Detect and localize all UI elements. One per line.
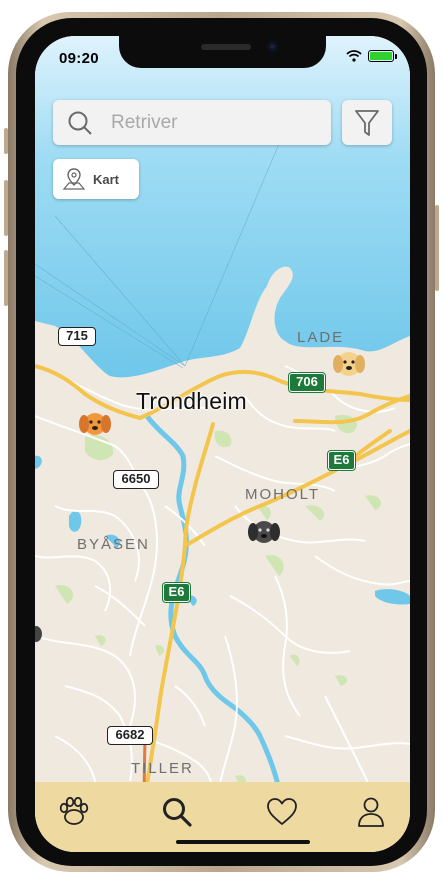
- tab-paw[interactable]: [54, 792, 94, 832]
- tab-favorites[interactable]: [262, 792, 302, 832]
- notch: [119, 36, 326, 68]
- filter-icon: [355, 109, 379, 136]
- map-toggle-button[interactable]: Kart: [53, 159, 139, 199]
- status-time: 09:20: [59, 50, 99, 67]
- map-toggle-label: Kart: [93, 171, 120, 187]
- road-shield-6682: 6682: [107, 726, 153, 745]
- tab-search[interactable]: [157, 792, 197, 832]
- battery-fill: [370, 52, 392, 60]
- place-label-tiller: TILLER: [131, 760, 194, 777]
- road-shield-706: 706: [289, 373, 325, 392]
- home-indicator: [176, 840, 310, 844]
- golden-retriever-marker[interactable]: [333, 352, 365, 376]
- place-label-byasen: BYÅSEN: [77, 536, 150, 553]
- search-bar[interactable]: [53, 100, 331, 145]
- wifi-icon: [346, 50, 362, 62]
- place-label-lade: LADE: [297, 329, 345, 346]
- filter-button[interactable]: [342, 100, 392, 145]
- map-pin-icon: [62, 168, 86, 190]
- road-shield-6650: 6650: [113, 470, 159, 489]
- search-icon: [163, 798, 192, 827]
- tab-bar: [35, 782, 410, 852]
- paw-icon: [59, 797, 89, 825]
- speaker: [201, 44, 251, 50]
- road-shield-e6: E6: [328, 451, 355, 470]
- volume-down-button: [4, 250, 8, 306]
- heart-icon: [267, 798, 297, 825]
- black-dog-marker[interactable]: [248, 521, 280, 543]
- power-button: [435, 205, 439, 291]
- search-icon: [68, 111, 92, 135]
- battery-icon: [368, 50, 397, 62]
- volume-up-button: [4, 180, 8, 236]
- place-label-moholt: MOHOLT: [245, 486, 321, 503]
- screen: 09:20 Kart Trondheim LADE: [35, 36, 410, 852]
- search-input[interactable]: [109, 110, 313, 135]
- orange-dog-marker[interactable]: [79, 413, 111, 435]
- road-shield-e6: E6: [163, 583, 190, 602]
- city-label: Trondheim: [136, 388, 247, 414]
- profile-icon: [358, 797, 384, 827]
- road-shield-715: 715: [58, 327, 96, 346]
- tab-profile[interactable]: [351, 792, 391, 832]
- camera: [267, 41, 278, 52]
- mute-switch: [4, 128, 8, 154]
- status-icons: [346, 50, 397, 62]
